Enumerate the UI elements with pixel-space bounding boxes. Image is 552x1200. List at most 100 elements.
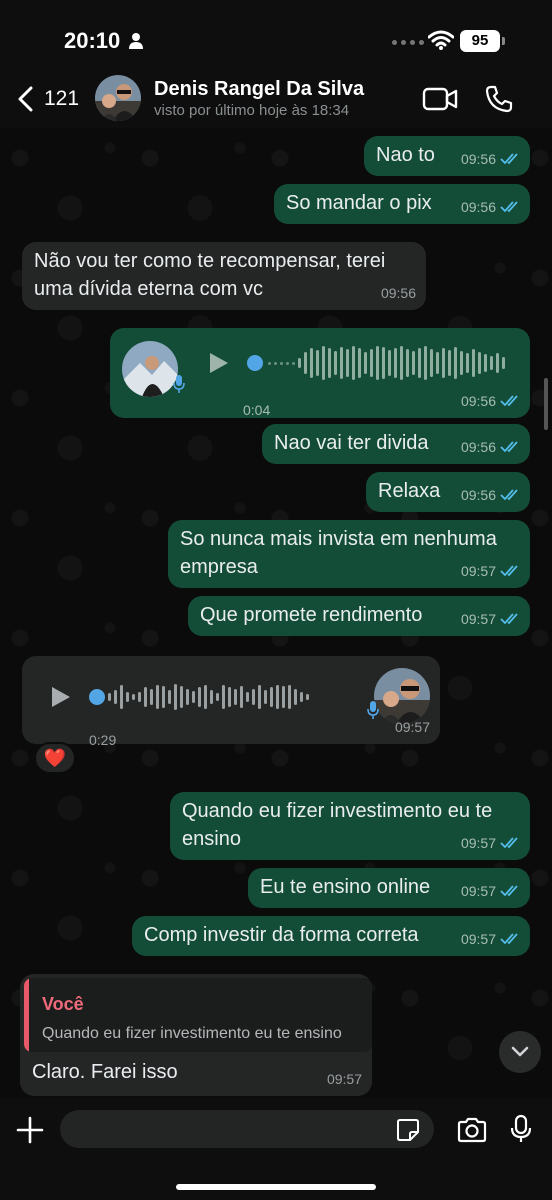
- waveform-dot: [268, 361, 271, 365]
- waveform-bar: [334, 351, 337, 375]
- voice-message-outgoing[interactable]: 0:04 09:56: [110, 328, 530, 418]
- message-meta: 09:56: [381, 279, 416, 307]
- play-icon[interactable]: [50, 685, 72, 709]
- message-time: 09:56: [460, 199, 496, 215]
- back-unread-count[interactable]: 121: [44, 87, 79, 111]
- voice-waveform[interactable]: [108, 679, 309, 715]
- waveform-bar: [472, 349, 475, 377]
- chat-header: 121 Denis Rangel Da Silva visto por últi…: [0, 72, 552, 128]
- waveform-bar: [340, 347, 343, 379]
- message-meta: 09:57: [327, 1065, 362, 1093]
- waveform-bar: [346, 349, 349, 377]
- waveform-bar: [162, 686, 165, 708]
- message-meta: 09:57: [461, 877, 520, 905]
- message-outgoing[interactable]: So mandar o pix 09:56: [274, 184, 530, 224]
- read-ticks-icon: [500, 153, 518, 165]
- message-outgoing[interactable]: Quando eu fizer investimento eu te ensin…: [170, 792, 530, 860]
- chat-messages[interactable]: Nao to 09:56 So mandar o pix 09:56 Não v…: [0, 128, 552, 1098]
- waveform-bar: [138, 692, 141, 702]
- message-time: 09:57: [460, 563, 496, 579]
- play-icon[interactable]: [208, 351, 230, 375]
- message-text: Que promete rendimento: [200, 604, 423, 626]
- waveform-bar: [400, 346, 403, 380]
- message-outgoing[interactable]: Que promete rendimento 09:57: [188, 596, 530, 636]
- sticker-icon[interactable]: [396, 1118, 420, 1142]
- waveform-bar: [258, 685, 261, 709]
- signal-dots-icon: [392, 40, 424, 45]
- message-incoming-reply[interactable]: Você Quando eu fizer investimento eu te …: [20, 974, 372, 1096]
- waveform-bar: [198, 687, 201, 707]
- message-time: 09:57: [460, 611, 496, 627]
- wifi-icon: [428, 30, 454, 50]
- scroll-to-bottom-button[interactable]: [499, 1031, 541, 1073]
- waveform-bar: [364, 352, 367, 374]
- message-meta: 09:57: [461, 925, 520, 953]
- message-text: Nao vai ter divida: [274, 432, 429, 454]
- waveform-bar: [222, 685, 225, 709]
- message-text-line: So nunca mais invista em nenhuma: [180, 528, 497, 550]
- waveform-bar: [108, 693, 111, 701]
- waveform-bar: [466, 353, 469, 373]
- voice-call-icon[interactable]: [484, 84, 514, 114]
- message-text: Claro. Farei isso: [32, 1061, 178, 1083]
- composer-bar: [0, 1098, 552, 1200]
- microphone-icon[interactable]: [510, 1114, 532, 1144]
- quoted-message[interactable]: Você Quando eu fizer investimento eu te …: [24, 978, 372, 1052]
- message-outgoing[interactable]: Comp investir da forma correta 09:57: [132, 916, 530, 956]
- message-outgoing[interactable]: Eu te ensino online 09:57: [248, 868, 530, 908]
- message-outgoing[interactable]: Nao to 09:56: [364, 136, 530, 176]
- message-input[interactable]: [60, 1110, 434, 1148]
- waveform-bar: [502, 357, 505, 369]
- status-bar: 20:10 95: [0, 0, 552, 72]
- voice-message-incoming[interactable]: 0:29 09:57: [22, 656, 440, 748]
- message-time: 09:57: [460, 883, 496, 899]
- back-chevron-icon[interactable]: [16, 86, 34, 112]
- message-text-line: ensino: [182, 828, 241, 850]
- waveform-dot: [274, 361, 277, 365]
- message-text-line: uma dívida eterna com vc: [34, 278, 263, 300]
- waveform-bar: [282, 686, 285, 708]
- waveform-bar: [478, 352, 481, 374]
- camera-icon[interactable]: [456, 1116, 488, 1144]
- chat-scrollbar[interactable]: [544, 378, 548, 430]
- waveform-bar: [298, 358, 301, 368]
- contact-name[interactable]: Denis Rangel Da Silva: [154, 78, 364, 101]
- waveform-bar: [310, 348, 313, 378]
- message-text: Eu te ensino online: [260, 876, 431, 898]
- plus-icon[interactable]: [16, 1116, 44, 1144]
- waveform-bar: [430, 349, 433, 377]
- quote-text: Quando eu fizer investimento eu te ensin…: [42, 1025, 342, 1042]
- waveform-bar: [204, 685, 207, 709]
- waveform-bar: [352, 346, 355, 380]
- waveform-bar: [418, 348, 421, 378]
- video-call-icon[interactable]: [422, 86, 458, 112]
- message-text: Comp investir da forma correta: [144, 924, 419, 946]
- message-outgoing[interactable]: Relaxa 09:56: [366, 472, 530, 512]
- waveform-bar: [150, 689, 153, 705]
- waveform-bar: [382, 347, 385, 379]
- contact-avatar[interactable]: [95, 75, 141, 121]
- waveform-bar: [252, 689, 255, 705]
- waveform-bar: [264, 690, 267, 704]
- heart-reaction[interactable]: ❤️: [34, 742, 76, 774]
- home-indicator: [176, 1184, 376, 1190]
- voice-waveform[interactable]: [268, 345, 505, 381]
- read-ticks-icon: [500, 201, 518, 213]
- voice-progress-knob[interactable]: [89, 689, 105, 705]
- message-incoming[interactable]: Não vou ter como te recompensar, terei u…: [22, 242, 426, 310]
- waveform-bar: [460, 351, 463, 375]
- voice-progress-knob[interactable]: [247, 355, 263, 371]
- waveform-bar: [246, 692, 249, 702]
- waveform-bar: [276, 685, 279, 709]
- status-time: 20:10: [64, 28, 121, 53]
- message-meta: 09:56: [461, 145, 520, 173]
- message-outgoing[interactable]: So nunca mais invista em nenhuma empresa…: [168, 520, 530, 588]
- voice-duration: 0:29: [89, 732, 117, 748]
- waveform-bar: [120, 685, 123, 709]
- person-icon: [129, 33, 143, 49]
- chevron-down-icon: [511, 1046, 529, 1057]
- waveform-bar: [436, 352, 439, 374]
- message-outgoing[interactable]: Nao vai ter divida 09:56: [262, 424, 530, 464]
- message-text-line: empresa: [180, 556, 258, 578]
- waveform-bar: [442, 348, 445, 378]
